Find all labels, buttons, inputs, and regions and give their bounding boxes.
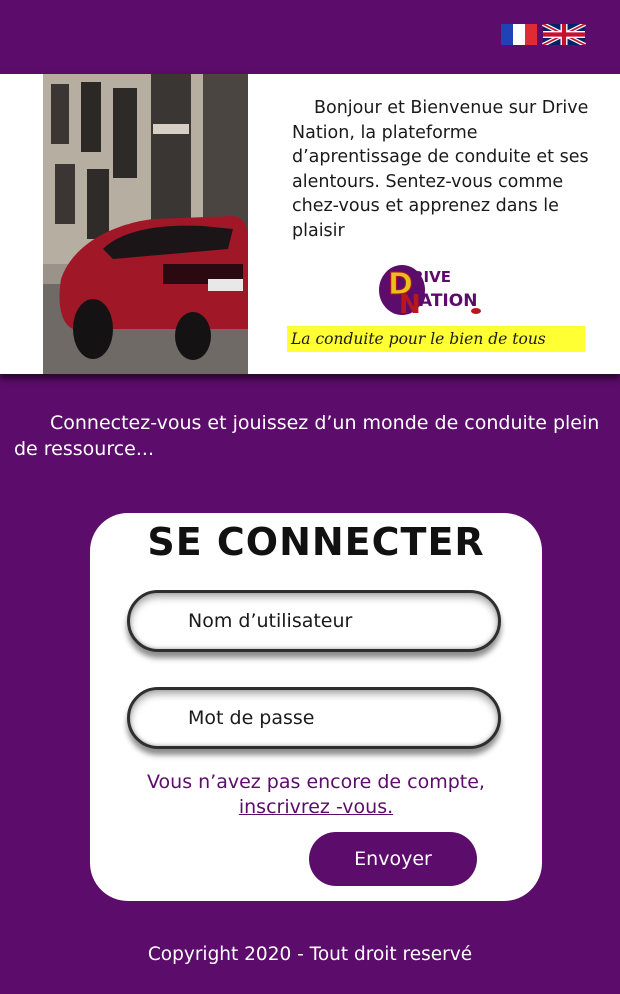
submit-button[interactable]: Envoyer [309, 832, 477, 886]
intro-text: Connectez-vous et jouissez d’un monde de… [14, 412, 600, 460]
welcome-text: Bonjour et Bienvenue sur Drive Nation, l… [292, 98, 589, 241]
france-flag-icon[interactable] [501, 24, 537, 45]
signup-prompt: Vous n’avez pas encore de compte, [147, 771, 485, 793]
svg-text:RIVE: RIVE [412, 268, 451, 286]
signup-link-line: inscrivrez -vous. [90, 795, 542, 820]
hero-car-photo [43, 74, 248, 374]
uk-flag-icon[interactable] [542, 22, 586, 47]
svg-text:N: N [399, 290, 421, 316]
signup-link[interactable]: inscrivrez -vous. [239, 796, 393, 818]
username-input[interactable] [127, 590, 501, 652]
login-title: SE CONNECTER [147, 520, 485, 564]
svg-text:ATION: ATION [419, 291, 477, 311]
footer-copyright: Copyright 2020 - Tout droit reservé [147, 944, 473, 965]
tagline: La conduite pour le bien de tous [287, 326, 585, 352]
hero-banner: Bonjour et Bienvenue sur Drive Nation, l… [0, 74, 620, 374]
password-input[interactable] [127, 687, 501, 749]
drive-nation-logo: D N RIVE ATION [378, 264, 493, 320]
